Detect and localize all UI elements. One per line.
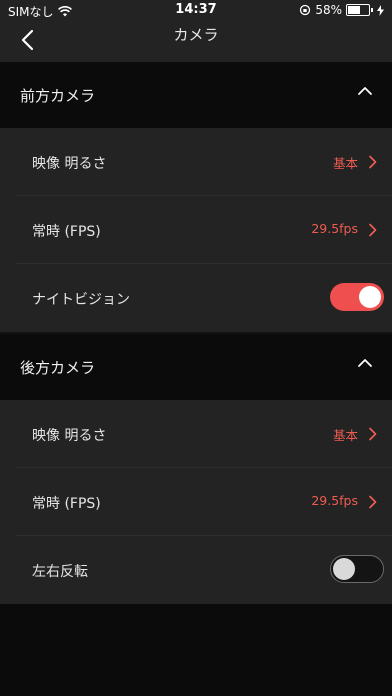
battery-percent: 58% (315, 3, 342, 17)
toggle-knob (333, 558, 355, 580)
orientation-lock-icon (300, 4, 311, 16)
rear-flip-row: 左右反転 (0, 536, 392, 604)
chevron-right-icon (369, 427, 377, 441)
front-brightness-label: 映像 明るさ (32, 156, 107, 172)
section-title-front-camera: 前方カメラ (20, 87, 96, 105)
empty-background (0, 604, 392, 696)
toggle-knob (359, 286, 381, 308)
section-header-front-camera[interactable]: 前方カメラ (0, 62, 392, 128)
chevron-right-icon (369, 223, 377, 237)
navigation-bar: カメラ (0, 20, 392, 63)
section-title-rear-camera: 後方カメラ (20, 359, 96, 377)
front-brightness-value: 基本 (332, 156, 358, 171)
rear-fps-row[interactable]: 常時 (FPS) 29.5fps (0, 468, 392, 536)
camera-settings-screen: SIMなし 14:37 58% カメラ 前方カメラ 映像 明るさ 基本 常時 (… (0, 0, 392, 696)
front-fps-row[interactable]: 常時 (FPS) 29.5fps (0, 196, 392, 264)
battery-icon (346, 4, 370, 16)
battery-fill (348, 6, 360, 14)
rear-brightness-row[interactable]: 映像 明るさ 基本 (0, 400, 392, 468)
front-night-vision-row: ナイトビジョン (0, 264, 392, 332)
rear-fps-value: 29.5fps (311, 493, 358, 508)
chevron-up-icon[interactable] (356, 356, 374, 370)
chevron-right-icon (369, 155, 377, 169)
section-header-rear-camera[interactable]: 後方カメラ (0, 334, 392, 400)
rear-brightness-value: 基本 (332, 428, 358, 443)
charging-bolt-icon (377, 4, 384, 16)
front-fps-label: 常時 (FPS) (32, 224, 101, 240)
rear-brightness-label: 映像 明るさ (32, 428, 107, 444)
chevron-right-icon (369, 495, 377, 509)
status-bar: SIMなし 14:37 58% (0, 0, 392, 20)
front-fps-value: 29.5fps (311, 221, 358, 236)
flip-label: 左右反転 (32, 564, 88, 580)
page-title: カメラ (173, 26, 219, 44)
flip-toggle[interactable] (330, 555, 384, 583)
battery-cap (371, 8, 373, 12)
night-vision-label: ナイトビジョン (32, 292, 130, 308)
rear-fps-label: 常時 (FPS) (32, 496, 101, 512)
chevron-up-icon[interactable] (356, 84, 374, 98)
front-brightness-row[interactable]: 映像 明るさ 基本 (0, 128, 392, 196)
status-right: 58% (299, 3, 384, 17)
night-vision-toggle[interactable] (330, 283, 384, 311)
